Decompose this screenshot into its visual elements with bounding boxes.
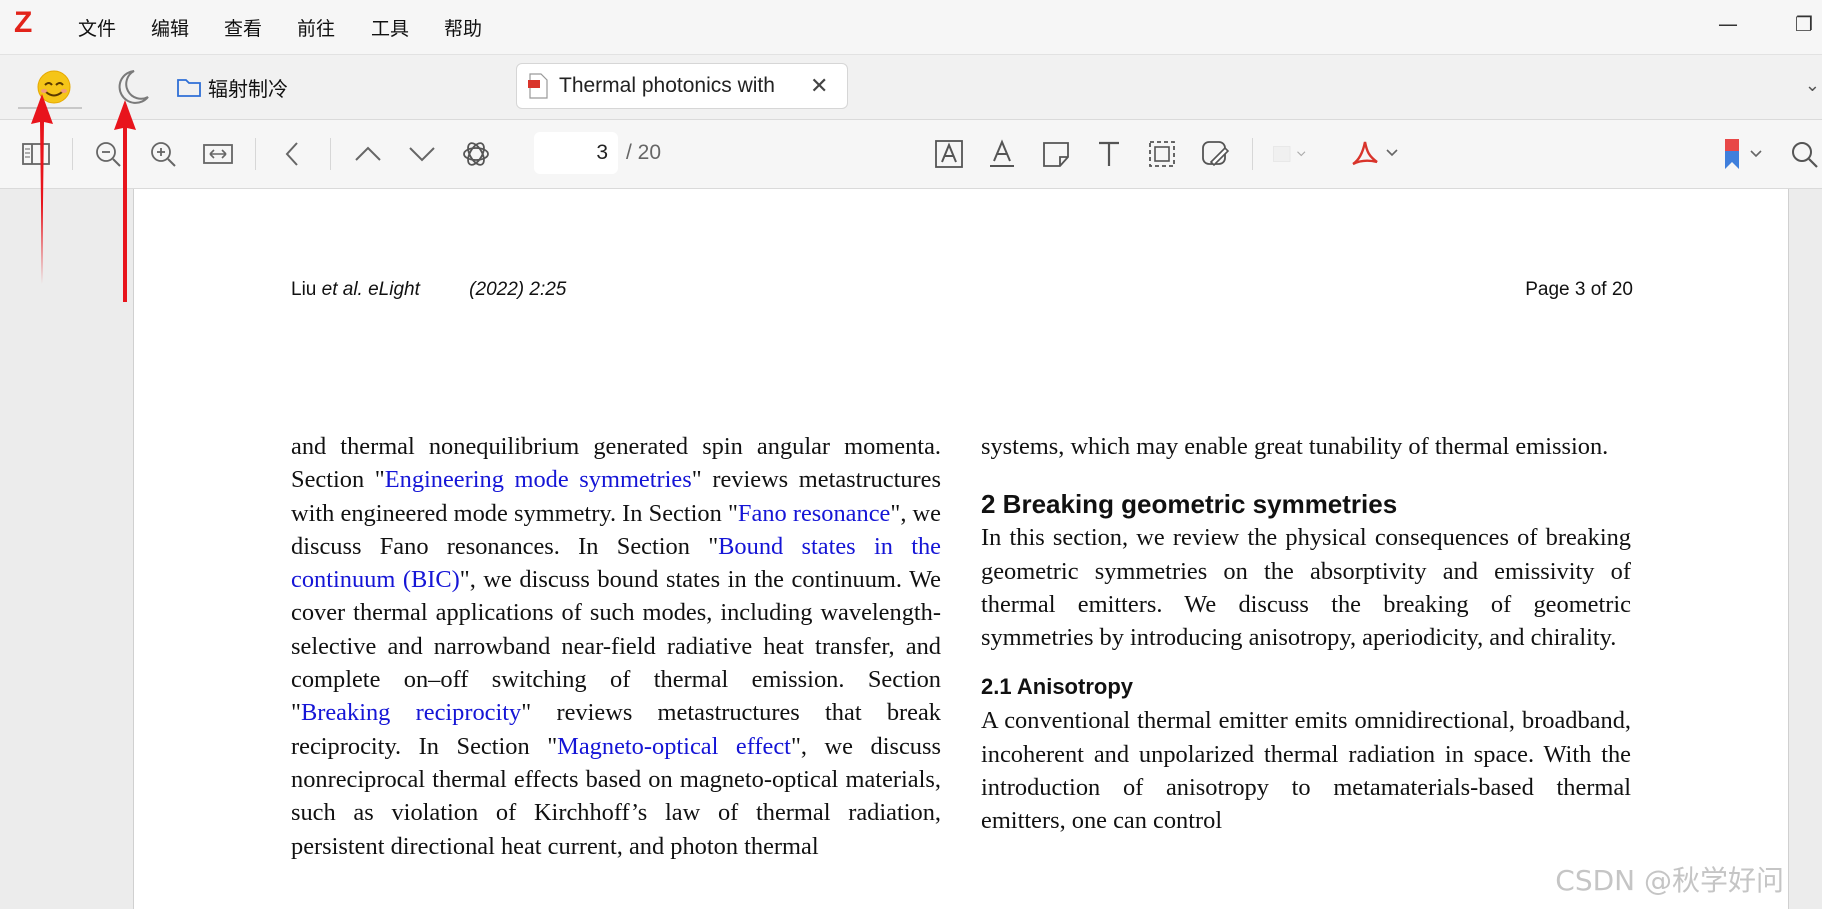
tab-document[interactable]: Thermal photonics with ✕ [516,63,848,109]
toolbar-divider [1252,138,1253,170]
right-column: systems, which may enable great tunabili… [981,430,1631,838]
fit-width-icon[interactable] [200,136,236,172]
annotation-arrow [31,94,53,284]
folder-icon [177,79,201,97]
tab-title: Thermal photonics with [559,74,775,97]
toolbar-divider [72,138,73,170]
pdf-page: Liu et al. eLight (2022) 2:25 Page 3 of … [133,189,1789,909]
toolbar-divider [330,138,331,170]
collection-folder[interactable]: 辐射制冷 [176,73,288,101]
link-fano-resonance[interactable]: Fano resonance [738,500,890,527]
text-icon[interactable] [1091,136,1127,172]
page-header-citation: Liu et al. eLight (2022) 2:25 [291,279,566,301]
page-total: / 20 [626,141,662,164]
toolbar-divider [255,138,256,170]
next-page-icon[interactable] [404,136,440,172]
tab-bar: 辐射制冷 Thermal photonics with ✕ ⌄ [0,55,1822,120]
reader-toolbar: 3 / 20 [0,120,1822,189]
watermark: CSDN @秋学好问 [1555,864,1784,897]
menu-edit[interactable]: 编辑 [151,14,189,41]
underline-text-icon[interactable] [984,136,1020,172]
tabs-dropdown-icon[interactable]: ⌄ [1805,75,1820,96]
color-picker-icon[interactable] [1272,136,1308,172]
menu-view[interactable]: 查看 [224,14,262,41]
menu-bar: Z 文件 编辑 查看 前往 工具 帮助 — ❐ [0,0,1822,55]
menu-help[interactable]: 帮助 [444,14,482,41]
folder-label: 辐射制冷 [208,76,288,101]
menu-go[interactable]: 前往 [297,14,335,41]
paragraph: In this section, we review the physical … [981,524,1631,652]
bookmark-icon[interactable] [1714,136,1768,172]
menu-tools[interactable]: 工具 [371,14,409,41]
pdf-file-icon [528,73,548,99]
page-number-input[interactable]: 3 [534,132,618,174]
header-journal: et al. eLight [321,279,420,300]
pdf-tools-icon[interactable] [1345,136,1405,172]
section-heading: 2 Breaking geometric symmetries [981,489,1398,520]
annotation-arrow [114,100,136,302]
previous-page-icon[interactable] [350,136,386,172]
menu-file[interactable]: 文件 [78,14,116,41]
link-engineering-mode-symmetries[interactable]: Engineering mode symmetries [385,466,692,493]
highlight-text-icon[interactable] [931,136,967,172]
paragraph: A conventional thermal emitter emits omn… [981,707,1631,835]
left-column: and thermal nonequilibrium generated spi… [291,430,941,863]
tab-close-icon[interactable]: ✕ [810,74,828,99]
minimize-button[interactable]: — [1718,12,1738,36]
select-area-icon[interactable] [1144,136,1180,172]
back-icon[interactable] [275,136,311,172]
header-author: Liu [291,279,317,300]
draw-icon[interactable] [1198,136,1234,172]
restore-button[interactable]: ❐ [1795,12,1813,36]
search-icon[interactable] [1786,136,1822,172]
app-logo: Z [14,6,33,39]
link-magneto-optical-effect[interactable]: Magneto-optical effect [557,733,791,760]
page-header-number: Page 3 of 20 [1525,279,1633,300]
zoom-in-icon[interactable] [145,136,181,172]
paragraph: and thermal nonequilibrium generated spi… [291,430,941,863]
openai-icon[interactable] [458,136,494,172]
subsection-heading: 2.1 Anisotropy [981,674,1133,700]
header-year: (2022) 2:25 [469,279,567,300]
note-icon[interactable] [1038,136,1074,172]
link-breaking-reciprocity[interactable]: Breaking reciprocity [301,699,521,726]
paragraph: systems, which may enable great tunabili… [981,433,1609,460]
